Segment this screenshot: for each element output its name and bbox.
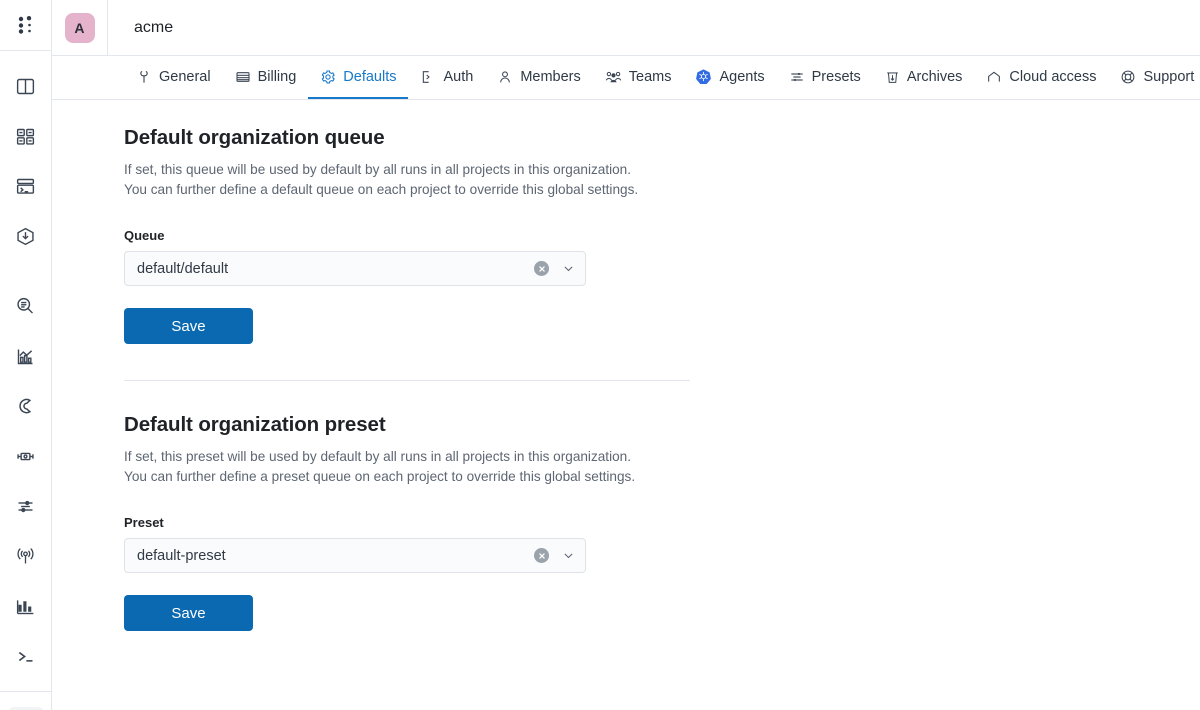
org-header: A acme: [52, 0, 1200, 56]
queue-select-value: default/default: [137, 260, 229, 277]
tab-label: Presets: [811, 68, 861, 85]
tab-agents[interactable]: Agents: [683, 56, 776, 99]
section-description-line1: If set, this preset will be used by defa…: [124, 449, 632, 464]
bar-chart-icon[interactable]: [8, 588, 44, 624]
preset-select-value: default-preset: [137, 547, 226, 564]
chevron-down-icon[interactable]: [562, 262, 575, 275]
tab-presets[interactable]: Presets: [777, 56, 873, 99]
section-divider: [124, 380, 690, 381]
save-preset-button[interactable]: Save: [124, 595, 253, 631]
tab-archives[interactable]: Archives: [873, 56, 975, 99]
queue-field-label: Queue: [124, 228, 165, 243]
rail-launcher-area: [0, 0, 51, 51]
defaults-content: Default organization queue If set, this …: [52, 100, 1200, 710]
chevron-down-icon[interactable]: [562, 549, 575, 562]
tab-label: Members: [520, 68, 581, 85]
people-icon: [605, 69, 622, 85]
tab-support[interactable]: Support: [1108, 56, 1200, 99]
default-queue-section: Default organization queue If set, this …: [124, 126, 1200, 344]
archive-bin-icon: [885, 69, 900, 85]
page-title: acme: [134, 18, 174, 36]
section-description-line1: If set, this queue will be used by defau…: [124, 162, 632, 177]
tab-label: Defaults: [343, 68, 397, 85]
save-queue-button[interactable]: Save: [124, 308, 253, 344]
dashboard-panels-icon[interactable]: [8, 68, 44, 104]
avatar-container: A: [52, 0, 108, 56]
pipelines-icon[interactable]: [8, 438, 44, 474]
console-terminal-icon[interactable]: [8, 168, 44, 204]
home-arch-icon: [986, 69, 1002, 85]
default-preset-section: Default organization preset If set, this…: [124, 413, 1200, 631]
section-title: Default organization preset: [124, 413, 386, 436]
rail-group-secondary: [0, 271, 51, 691]
section-description-line2: You can further define a preset queue on…: [124, 469, 636, 484]
tab-label: Archives: [906, 68, 963, 85]
terminal-prompt-icon[interactable]: [8, 638, 44, 674]
wrench-icon: [136, 69, 152, 85]
settings-tabbar: General Billing Defaults Auth Members Te…: [52, 56, 1200, 100]
rail-group-bottom: [0, 691, 51, 710]
tab-billing[interactable]: Billing: [223, 56, 309, 99]
queue-select[interactable]: default/default: [124, 251, 586, 286]
preset-field-label: Preset: [124, 515, 164, 530]
tab-label: Billing: [257, 68, 297, 85]
clear-icon[interactable]: [534, 261, 549, 276]
clear-icon[interactable]: [534, 548, 549, 563]
preset-select[interactable]: default-preset: [124, 538, 586, 573]
section-description-line2: You can further define a default queue o…: [124, 182, 639, 197]
sliders-icon: [789, 69, 805, 85]
dataset-search-icon[interactable]: [8, 288, 44, 324]
lifebuoy-icon: [1120, 69, 1136, 85]
app-launcher-icon[interactable]: [8, 7, 44, 43]
avatar[interactable]: A: [64, 12, 95, 43]
person-icon: [497, 69, 513, 85]
rail-group-primary: [0, 51, 51, 271]
main-area: A acme General Billing Defaults Auth Mem…: [52, 0, 1200, 710]
kubernetes-icon: [695, 68, 712, 85]
tab-label: Cloud access: [1009, 68, 1097, 85]
tab-label: Support: [1143, 68, 1195, 85]
broadcast-icon[interactable]: [8, 538, 44, 574]
tab-label: Agents: [719, 68, 765, 85]
invoice-icon: [235, 69, 251, 85]
section-title: Default organization queue: [124, 126, 385, 149]
projects-grid-icon[interactable]: [8, 118, 44, 154]
gear-icon: [320, 69, 336, 85]
reports-chart-icon[interactable]: [8, 338, 44, 374]
magnet-icon[interactable]: [8, 388, 44, 424]
tab-auth[interactable]: Auth: [408, 56, 485, 99]
tab-general[interactable]: General: [124, 56, 223, 99]
tab-label: Auth: [443, 68, 474, 85]
sliders-icon[interactable]: [8, 488, 44, 524]
model-box-icon[interactable]: [8, 218, 44, 254]
app-root: A acme General Billing Defaults Auth Mem…: [0, 0, 1200, 710]
tab-teams[interactable]: Teams: [593, 56, 684, 99]
tab-cloud-access[interactable]: Cloud access: [974, 56, 1108, 99]
tab-label: General: [159, 68, 211, 85]
tab-members[interactable]: Members: [485, 56, 592, 99]
tab-label: Teams: [628, 68, 672, 85]
left-nav-rail: [0, 0, 52, 710]
login-door-icon: [420, 69, 436, 85]
tab-defaults[interactable]: Defaults: [308, 56, 409, 99]
